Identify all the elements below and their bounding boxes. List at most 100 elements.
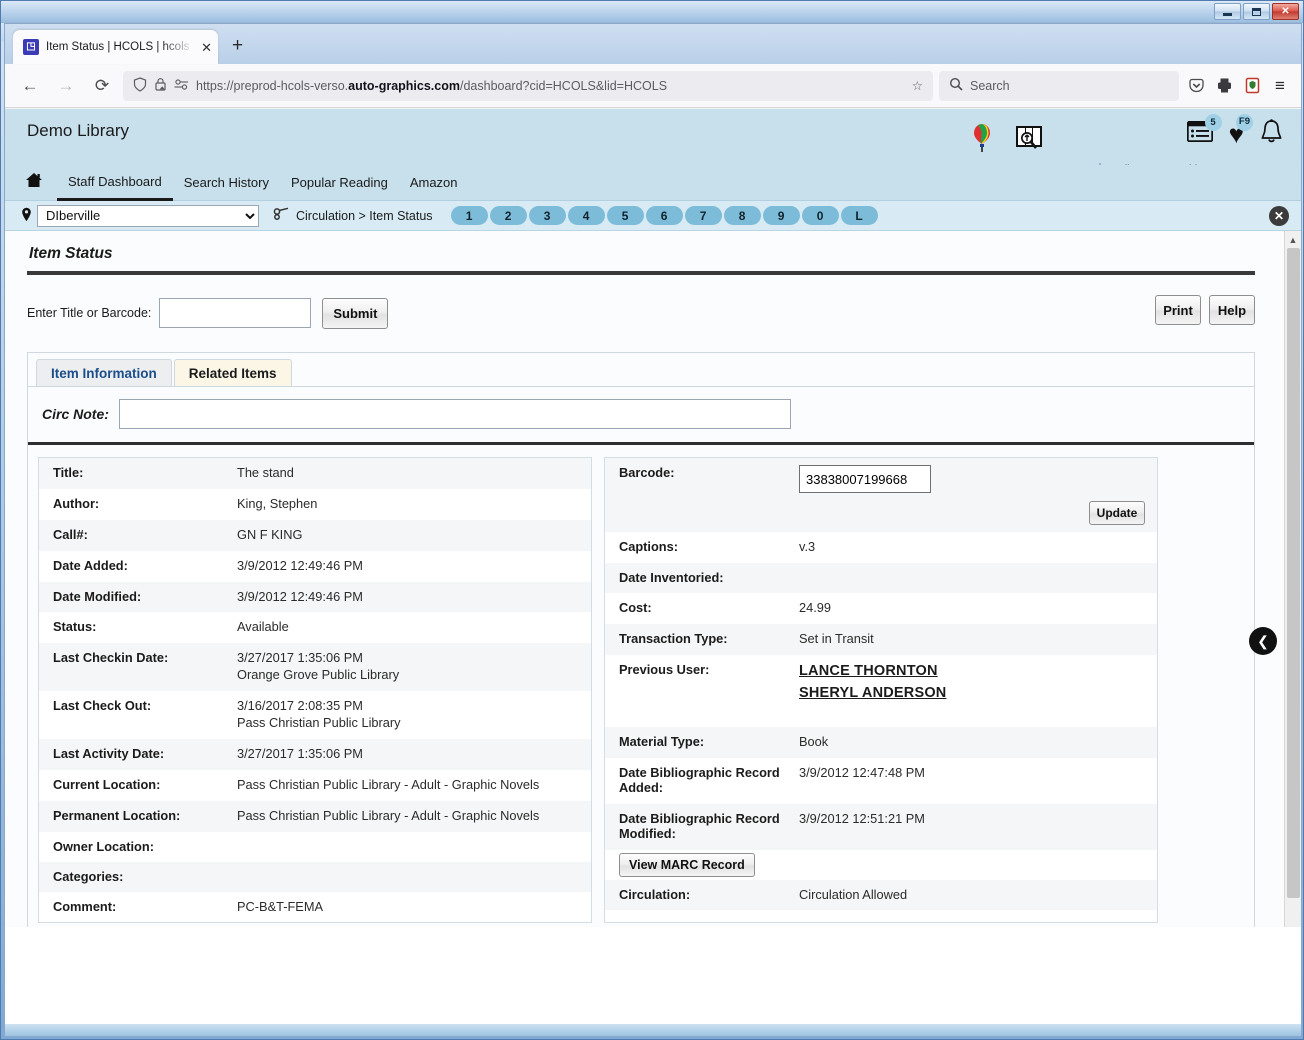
sidebar-item-search-history[interactable]: Search History	[173, 165, 280, 201]
quick-button-1[interactable]: 1	[450, 206, 488, 225]
close-button[interactable]: ✕	[1272, 3, 1299, 20]
row-key: Material Type:	[619, 733, 705, 749]
location-pin-icon	[21, 207, 32, 225]
item-detail-table: Barcode: Update Captions: v.3	[604, 457, 1158, 924]
quick-button-6[interactable]: 6	[645, 206, 683, 225]
scrollbar-thumb[interactable]	[1287, 248, 1300, 898]
close-icon[interactable]: ✕	[1269, 206, 1289, 226]
submit-button[interactable]: Submit	[322, 297, 389, 329]
browser-search-bar[interactable]: Search	[939, 70, 1179, 101]
tab-close-icon[interactable]: ✕	[201, 41, 212, 54]
sidebar-item-popular-reading[interactable]: Popular Reading	[280, 165, 399, 201]
table-row: Categories:	[39, 861, 591, 892]
pocket-icon[interactable]	[1185, 74, 1207, 98]
row-key: Date Added:	[53, 557, 128, 573]
page-bottom-strip	[5, 1024, 1301, 1036]
row-key: Call#:	[53, 526, 88, 542]
browser-menu-icon[interactable]: ≡	[1269, 74, 1291, 98]
previous-user-row: Previous User: LANCE THORNTON SHERYL AND…	[605, 655, 1157, 727]
bookmark-star-icon[interactable]: ☆	[912, 78, 923, 93]
maximize-button[interactable]	[1243, 3, 1270, 20]
bell-icon[interactable]	[1260, 119, 1283, 148]
row-value: 3/9/2012 12:47:48 PM	[799, 764, 925, 780]
quick-button-l[interactable]: L	[840, 206, 878, 225]
home-icon[interactable]	[25, 172, 43, 193]
browser-tabstrip: ◳ Item Status | HCOLS | hcols | Au ✕ +	[5, 24, 1301, 64]
title-or-barcode-input[interactable]	[159, 298, 312, 328]
row-key: Categories:	[53, 868, 124, 884]
list-icon[interactable]: 5	[1186, 114, 1222, 146]
url-domain: auto-graphics.com	[348, 78, 460, 93]
row-value	[237, 862, 591, 892]
address-bar[interactable]: https://preprod-hcols-verso.auto-graphic…	[123, 70, 933, 101]
row-key: Title:	[53, 465, 84, 480]
item-tabs-panel: Item Information Related Items Circ Note…	[27, 352, 1255, 927]
table-row: Circulation: Circulation Allowed	[605, 879, 1157, 911]
tab-item-information[interactable]: Item Information	[36, 359, 172, 386]
row-key: Permanent Location:	[53, 807, 181, 823]
item-information-table: Title: The stand Author: King, Stephen Cal…	[38, 457, 592, 924]
nav-label: Amazon	[409, 175, 458, 190]
quick-button-4[interactable]: 4	[567, 206, 605, 225]
collapse-panel-button[interactable]: ❮	[1249, 627, 1277, 655]
update-button[interactable]: Update	[1089, 501, 1145, 525]
item-tabs: Item Information Related Items	[28, 353, 1254, 386]
row-value	[799, 563, 1157, 593]
page-scrollbar[interactable]: ▲	[1284, 231, 1301, 927]
row-value	[237, 832, 591, 862]
previous-user-link[interactable]: LANCE THORNTON	[799, 662, 1151, 681]
new-tab-button[interactable]: +	[232, 35, 243, 57]
quick-button-8[interactable]: 8	[723, 206, 761, 225]
row-value: PC-B&T-FEMA	[237, 898, 324, 914]
table-row: Cost: 24.99	[605, 593, 1157, 624]
quick-button-0[interactable]: 0	[801, 206, 839, 225]
web-page: Demo Library 文 A All Headings ⌄	[5, 109, 1301, 1036]
row-value: 24.99	[799, 599, 832, 615]
heart-badge: F9	[1235, 113, 1253, 131]
search-icon	[949, 77, 963, 94]
library-name: Demo Library	[27, 121, 130, 140]
url-text: https://preprod-hcols-verso.auto-graphic…	[196, 79, 905, 93]
quick-button-7[interactable]: 7	[684, 206, 722, 225]
minimize-button[interactable]	[1214, 3, 1241, 20]
scroll-up-button[interactable]: ▲	[1285, 231, 1301, 248]
back-button[interactable]: ←	[15, 71, 45, 101]
breadcrumb-bar: DIberville Circulation > Item Status 1 2…	[5, 201, 1301, 231]
window-titlebar: ✕	[1, 1, 1303, 23]
quick-button-5[interactable]: 5	[606, 206, 644, 225]
page-permissions-icon[interactable]	[174, 78, 189, 93]
sidebar-item-amazon[interactable]: Amazon	[399, 165, 469, 201]
table-row: Date Modified: 3/9/2012 12:49:46 PM	[39, 581, 591, 613]
browser-navbar: ← → ⟳ https://preprod-hcols-verso.auto-g…	[5, 64, 1301, 108]
circ-note-label: Circ Note:	[42, 406, 109, 422]
quick-button-2[interactable]: 2	[489, 206, 527, 225]
row-value: GN F KING	[237, 526, 303, 542]
previous-user-link[interactable]: SHERYL ANDERSON	[799, 684, 1151, 703]
quick-button-3[interactable]: 3	[528, 206, 566, 225]
sidebar-item-staff-dashboard[interactable]: Staff Dashboard	[57, 165, 173, 201]
row-key: Comment:	[53, 898, 117, 914]
print-icon[interactable]	[1213, 74, 1235, 98]
lock-warning-icon[interactable]	[154, 77, 167, 95]
circ-note-input[interactable]	[118, 399, 791, 429]
page-action-buttons: Print Help	[1155, 295, 1255, 325]
heart-icon[interactable]: ♥ F9	[1229, 113, 1253, 147]
tab-related-items[interactable]: Related Items	[173, 359, 292, 386]
balloon-icon[interactable]	[971, 123, 993, 157]
os-window: ✕ File Edit View History Bookmarks Tools…	[0, 0, 1304, 1040]
branch-select[interactable]: DIberville	[37, 204, 259, 227]
view-marc-record-button[interactable]: View MARC Record	[619, 852, 755, 877]
url-prefix: https://preprod-hcols-verso.	[196, 78, 349, 93]
shield-icon[interactable]	[133, 76, 147, 95]
print-button[interactable]: Print	[1155, 295, 1201, 325]
help-button[interactable]: Help	[1209, 295, 1255, 325]
browser-tab[interactable]: ◳ Item Status | HCOLS | hcols | Au ✕	[13, 30, 218, 64]
quick-button-9[interactable]: 9	[762, 206, 800, 225]
row-value: Book	[799, 733, 829, 749]
item-search-icon[interactable]	[1015, 123, 1043, 157]
barcode-input[interactable]	[799, 465, 931, 493]
row-value: v.3	[799, 539, 816, 554]
reload-button[interactable]: ⟳	[87, 71, 117, 101]
extension-icon[interactable]	[1241, 74, 1263, 98]
circ-note-row: Circ Note:	[28, 387, 1254, 445]
